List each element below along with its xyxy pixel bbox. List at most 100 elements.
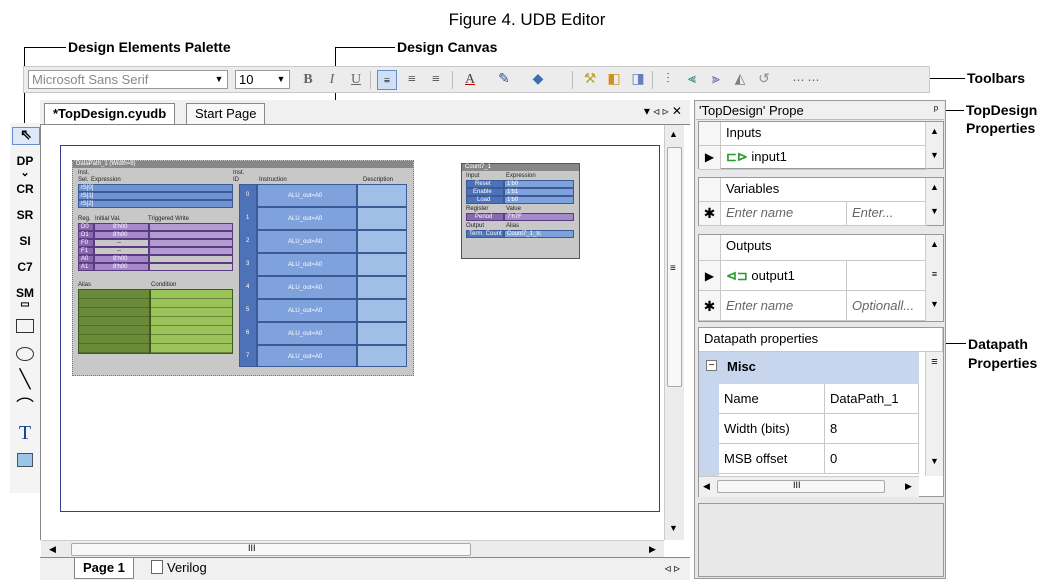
dp-reg-header: Reg. — [78, 216, 91, 222]
tab-page-1[interactable]: Page 1 — [74, 558, 134, 579]
output-pin-icon: ⊲⊐ — [726, 268, 748, 283]
underline-button[interactable]: U — [346, 70, 366, 90]
dp-condition-label: Condition — [151, 282, 177, 288]
count7-alias-label: Alias — [506, 223, 520, 229]
palette-c7[interactable]: C7 — [12, 261, 38, 273]
palette-dp[interactable]: DP — [12, 155, 38, 167]
count7-expr-label: Expression — [506, 173, 536, 179]
scroll-grip-icon: III — [248, 543, 256, 553]
datapath-props-hscroll-thumb[interactable] — [717, 480, 885, 493]
output1-row[interactable]: ⊲⊐ output1 — [721, 261, 847, 291]
distribute-icon[interactable]: ⫷ — [682, 70, 702, 90]
scroll-right-icon[interactable]: ▶ — [649, 544, 656, 555]
outputs-scrollbar[interactable]: ▲ ≡ ▼ — [925, 235, 943, 321]
dp-sel-row: IS[2] — [81, 201, 94, 207]
tab-verilog[interactable]: Verilog — [145, 558, 213, 578]
scroll-right-icon[interactable]: ▶ — [905, 481, 912, 492]
topdesign-properties-title-text: 'TopDesign' Prope — [699, 103, 804, 118]
canvas-vertical-scrollbar[interactable]: ▲ ≡ ▼ — [664, 125, 684, 540]
page-nav-controls[interactable]: ◃ ▹ — [665, 561, 680, 575]
inputs-header: Inputs — [721, 122, 927, 146]
palette-si[interactable]: SI — [12, 235, 38, 247]
new-row-icon: ✱ — [699, 202, 721, 226]
dp-expression-label: Expression — [91, 177, 121, 183]
palette-sm[interactable]: SM — [12, 287, 38, 299]
misc-category-row[interactable]: − Misc — [699, 352, 919, 384]
align-center-icon[interactable]: ≡ — [402, 70, 422, 90]
canvas-hscroll-thumb[interactable] — [71, 543, 471, 556]
align-left-icon[interactable]: ≡ — [377, 70, 397, 90]
dp-sel-row: IS[1] — [81, 193, 94, 199]
image-tool-icon[interactable] — [12, 435, 38, 467]
scroll-down-icon[interactable]: ▼ — [669, 523, 678, 533]
align-objects-icon[interactable]: ⫶ — [658, 70, 678, 90]
font-name-select[interactable]: Microsoft Sans Serif ▼ — [28, 70, 228, 89]
input1-row[interactable]: ⊏⊳ input1 — [721, 146, 927, 170]
formatting-toolbar: Microsoft Sans Serif ▼ 10 ▼ B I U ≡ ≡ ≡ … — [23, 66, 930, 93]
dp-reg-name: F1 — [81, 248, 89, 254]
font-name-value: Microsoft Sans Serif — [32, 72, 149, 87]
count7-input-expr: 1'b1 — [507, 189, 519, 195]
palette-cr[interactable]: CR — [12, 183, 38, 195]
variable-name-field[interactable]: Enter name — [721, 202, 847, 226]
format-painter-icon[interactable]: ⚒ — [580, 70, 600, 90]
dp-reg-name: D0 — [81, 224, 89, 230]
prop-msb-value[interactable]: 0 — [825, 444, 919, 474]
line-tool-icon[interactable]: ╲ — [12, 370, 38, 388]
datapath-props-vscrollbar[interactable]: ≡ ▼ — [925, 352, 943, 476]
dp-instruction-list: ALU_out=A0 0 ALU_out=A0 1 ALU_out=A0 2 A… — [239, 184, 409, 367]
output1-label: output1 — [751, 268, 795, 283]
variables-grid: Variables ✱ Enter name Enter... ▲ ▼ — [698, 177, 944, 226]
variable-expression-field[interactable]: Enter... — [847, 202, 927, 226]
tab-topdesign[interactable]: *TopDesign.cyudb — [44, 103, 176, 124]
row-header — [699, 235, 721, 261]
variables-scrollbar[interactable]: ▲ ▼ — [925, 178, 943, 225]
datapath-component[interactable]: DataPath_1 (Width=8) Inst. Sel. Expressi… — [72, 160, 414, 376]
prop-width-value[interactable]: 8 — [825, 414, 919, 444]
tab-nav-controls[interactable]: ▾ ◃ ▹ ✕ — [644, 104, 682, 118]
dp-instr-text: ALU_out=A0 — [288, 216, 323, 222]
scroll-left-icon[interactable]: ◀ — [49, 544, 56, 555]
font-size-select[interactable]: 10 ▼ — [235, 70, 290, 89]
dp-alias-label: Alias — [78, 282, 92, 288]
output-name-field[interactable]: Enter name — [721, 291, 847, 321]
tab-verilog-label: Verilog — [167, 560, 207, 575]
palette-sr[interactable]: SR — [12, 209, 38, 221]
flip-icon[interactable]: ◭ — [730, 70, 750, 90]
align-right-icon[interactable]: ≡ — [426, 70, 446, 90]
tab-start-page[interactable]: Start Page — [186, 103, 266, 124]
rotate-icon[interactable]: ↺ — [754, 70, 774, 90]
input-pin-icon: ⊏⊳ — [726, 149, 748, 164]
align-middle-icon[interactable]: ⫸ — [706, 70, 726, 90]
bring-front-icon[interactable]: ◧ — [604, 70, 624, 90]
font-color-icon[interactable]: A — [460, 70, 480, 90]
dp-instr-id: 6 — [246, 330, 250, 336]
italic-button[interactable]: I — [322, 70, 342, 90]
rectangle-tool-icon[interactable] — [12, 319, 38, 333]
figure-title: Figure 4. UDB Editor — [448, 10, 606, 29]
pointer-tool-icon[interactable]: ⇖ — [12, 127, 40, 145]
prop-msb-label: MSB offset — [719, 444, 825, 474]
scroll-up-icon[interactable]: ▲ — [669, 129, 678, 139]
datapath-title-bar: DataPath_1 (Width=8) — [73, 161, 413, 168]
arc-tool-icon[interactable]: ⌒ — [12, 398, 38, 416]
pin-icon[interactable]: ᵖ — [934, 101, 938, 120]
inputs-scrollbar[interactable]: ▲ ▼ — [925, 122, 943, 168]
scroll-left-icon[interactable]: ◀ — [703, 481, 710, 492]
collapse-icon[interactable]: − — [706, 360, 717, 371]
grid-icon[interactable]: ⋯ ⋯ — [776, 70, 836, 90]
output1-alias-cell[interactable] — [847, 261, 927, 291]
variables-header: Variables — [721, 178, 927, 202]
output-alias-field[interactable]: Optionall... — [847, 291, 927, 321]
line-color-icon[interactable]: ✎ — [494, 70, 514, 90]
datapath-props-hscrollbar[interactable]: ◀ III ▶ — [699, 476, 919, 497]
dp-reg-val: 8'h00 — [113, 224, 128, 230]
topdesign-callout-line1: TopDesign — [966, 102, 1038, 118]
count7-component[interactable]: Count7_1 Input Expression Reset 1'b0 Ena… — [461, 163, 580, 259]
canvas-horizontal-scrollbar[interactable]: ◀ III ▶ — [41, 540, 664, 558]
prop-name-value[interactable]: DataPath_1 — [825, 384, 919, 414]
send-back-icon[interactable]: ◨ — [628, 70, 648, 90]
fill-color-icon[interactable]: ◆ — [528, 70, 548, 90]
ellipse-tool-icon[interactable] — [12, 347, 38, 361]
bold-button[interactable]: B — [298, 70, 318, 90]
